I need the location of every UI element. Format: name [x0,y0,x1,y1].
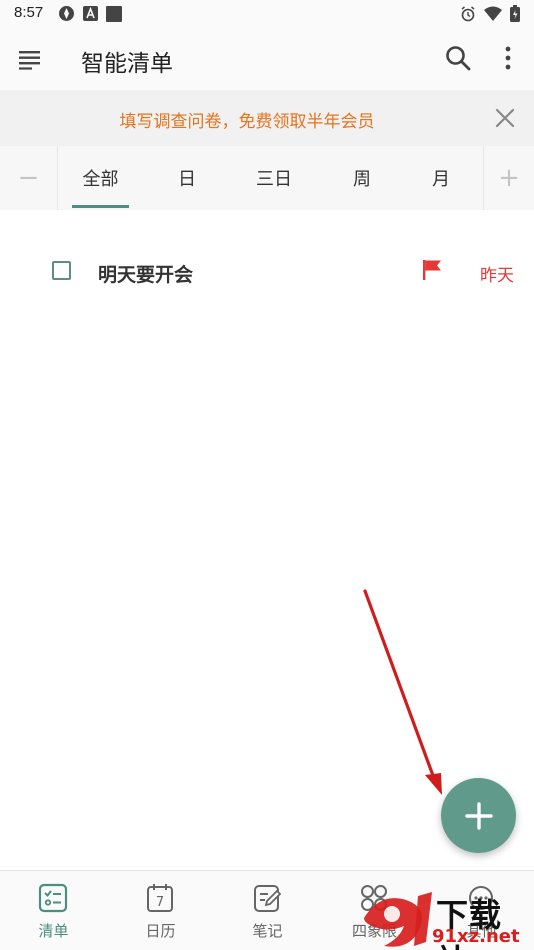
status-system-icons [460,5,520,22]
nav-label-list: 清单 [38,922,69,940]
alarm-icon [461,5,475,21]
plus-icon [464,801,493,830]
nav-label-calendar: 日历 [145,922,176,940]
tab-three-days[interactable]: 三日 [244,165,304,191]
tab-week[interactable]: 周 [335,165,389,191]
task-title[interactable]: 明天要开会 [98,260,193,287]
task-item[interactable]: 明天要开会 昨天 [0,246,534,298]
a-notification-icon [83,6,98,21]
status-bar: 8:57 [0,0,534,28]
checklist-icon [38,883,68,913]
add-task-button[interactable] [441,778,516,853]
battery-icon [510,5,520,22]
task-checkbox[interactable] [52,261,71,280]
square-notification-icon [106,5,122,22]
survey-banner-text[interactable]: 填写调查问卷，免费领取半年会员 [0,107,494,132]
watermark-domain: 91xz.net [432,926,520,947]
zoom-out-button[interactable]: − [0,146,58,210]
flag-icon[interactable] [422,259,442,281]
wifi-icon [484,6,502,21]
survey-banner[interactable]: 填写调查问卷，免费领取半年会员 [0,90,534,146]
more-options-icon[interactable] [498,45,518,71]
menu-icon[interactable] [19,48,41,70]
nav-item-calendar[interactable]: 7 日历 [107,871,214,950]
app-notification-icon [59,6,74,21]
calendar-icon: 7 [147,884,173,912]
tab-month[interactable]: 月 [414,165,468,191]
close-icon[interactable] [494,107,516,129]
nav-item-notes[interactable]: 笔记 [214,871,321,950]
calendar-day-number: 7 [156,895,164,910]
range-tabs: − 全部 日 三日 周 月 + [0,146,534,210]
status-notification-icons [58,5,122,22]
zoom-in-button[interactable]: + [483,146,534,210]
search-icon[interactable] [445,45,471,71]
tab-all[interactable]: 全部 [72,165,129,191]
status-time: 8:57 [14,4,44,21]
app-bar: 智能清单 [0,28,534,90]
note-icon [254,885,282,912]
tab-day[interactable]: 日 [160,165,214,191]
nav-item-list[interactable]: 清单 [0,871,107,950]
active-tab-indicator [72,205,129,208]
nav-label-notes: 笔记 [252,922,283,940]
task-due-date: 昨天 [480,266,514,286]
page-title: 智能清单 [81,51,173,77]
annotation-arrow-icon [363,589,442,795]
